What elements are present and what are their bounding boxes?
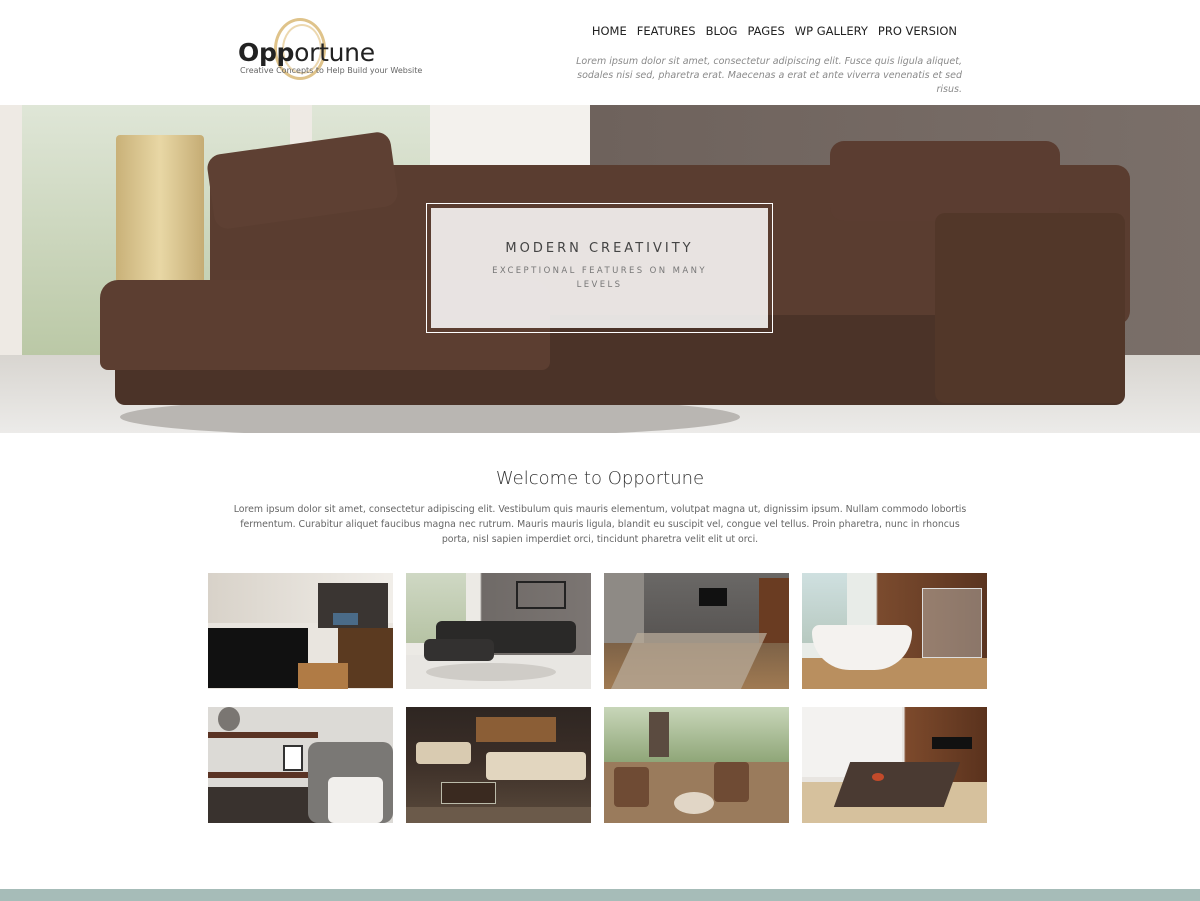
nav-pro-version[interactable]: PRO VERSION xyxy=(878,24,957,38)
nav-blog[interactable]: BLOG xyxy=(706,24,738,38)
hero-caption-box: MODERN CREATIVITY EXCEPTIONAL FEATURES O… xyxy=(426,203,773,333)
hero-sofa-arm xyxy=(935,213,1125,403)
gallery-image-lounge-sofas[interactable] xyxy=(406,707,591,823)
gallery-image-modern-kitchen[interactable] xyxy=(802,707,987,823)
hero-subtitle: EXCEPTIONAL FEATURES ON MANY LEVELS xyxy=(492,265,707,290)
nav-pages[interactable]: PAGES xyxy=(747,24,784,38)
gallery-image-bathroom-bathtub[interactable] xyxy=(802,573,987,689)
nav-wp-gallery[interactable]: WP GALLERY xyxy=(795,24,868,38)
gallery-image-living-room-tv[interactable] xyxy=(604,573,789,689)
image-gallery xyxy=(208,573,988,823)
footer-bar xyxy=(0,889,1200,901)
gallery-image-shelving-armchair[interactable] xyxy=(208,707,393,823)
logo-title: Opportune xyxy=(238,38,375,67)
nav-home[interactable]: HOME xyxy=(592,24,627,38)
nav-features[interactable]: FEATURES xyxy=(637,24,696,38)
welcome-title: Welcome to Opportune xyxy=(495,468,705,489)
gallery-image-black-sectional-sofa[interactable] xyxy=(406,573,591,689)
hero-title: MODERN CREATIVITY xyxy=(505,240,694,256)
site-header: Opportune Creative Concepts to Help Buil… xyxy=(0,0,1200,105)
gallery-image-patio-chairs[interactable] xyxy=(604,707,789,823)
header-blurb: Lorem ipsum dolor sit amet, consectetur … xyxy=(576,56,962,95)
site-logo[interactable]: Opportune Creative Concepts to Help Buil… xyxy=(238,18,438,88)
welcome-text: Lorem ipsum dolor sit amet, consectetur … xyxy=(233,504,967,545)
main-nav: HOME FEATURES BLOG PAGES WP GALLERY PRO … xyxy=(592,24,957,38)
logo-tagline: Creative Concepts to Help Build your Web… xyxy=(240,66,423,75)
hero-banner: MODERN CREATIVITY EXCEPTIONAL FEATURES O… xyxy=(0,105,1200,433)
gallery-image-kitchen-island[interactable] xyxy=(208,573,393,689)
